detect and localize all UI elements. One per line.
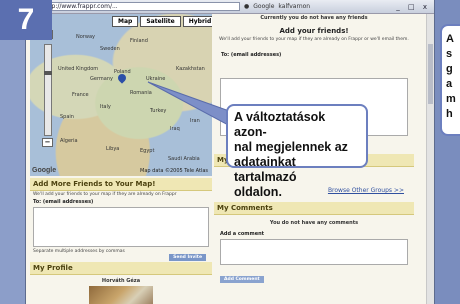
email-addresses-input[interactable] — [33, 207, 209, 247]
map-tab-map[interactable]: Map — [112, 16, 139, 27]
right-email-to-label: To: (email addresses) — [221, 52, 282, 58]
map-label-germany: Germany — [90, 76, 113, 82]
google-logo: Google — [32, 167, 57, 174]
map-label-finland: Finland — [130, 38, 148, 44]
browser-toolbar: http://www.frappr.com/... ● Google kalfv… — [26, 0, 434, 14]
callout-line-4: oldalon. — [234, 185, 282, 199]
side-letter-4: a — [446, 78, 453, 90]
map-label-france: France — [72, 92, 89, 98]
map-tab-satellite[interactable]: Satellite — [140, 16, 181, 27]
profile-section: My Profile Horváth Géza — [30, 262, 212, 304]
callout-line-1: A változtatások azon- — [234, 110, 326, 139]
send-invite-button[interactable]: Send Invite — [169, 254, 206, 261]
search-text[interactable]: kalfvarnon — [278, 3, 310, 10]
zoom-slider-handle[interactable] — [44, 71, 52, 75]
window-controls[interactable]: _ □ x — [396, 3, 430, 11]
map-label-uk: United Kingdom — [58, 66, 99, 72]
zoom-out-button[interactable]: − — [42, 138, 53, 147]
map-label-turkey: Turkey — [150, 108, 167, 114]
my-comments-heading: My Comments — [214, 202, 414, 215]
add-your-friends-heading: Add your friends! — [279, 27, 349, 35]
no-comments-note: You do not have any comments — [269, 220, 359, 226]
my-comments-section: My Comments You do not have any comments… — [214, 202, 414, 284]
map-label-ukraine: Ukraine — [146, 76, 166, 82]
no-friends-note: Currently you do not have any friends — [260, 15, 368, 21]
map-label-romania: Romania — [130, 90, 152, 96]
side-letter-3: g — [446, 63, 453, 75]
map-label-sweden: Sweden — [100, 46, 120, 52]
map-label-libya: Libya — [106, 146, 120, 152]
add-comment-label: Add a comment — [220, 231, 265, 237]
page-scrollbar[interactable] — [426, 14, 434, 304]
map-label-iran: Iran — [190, 118, 200, 124]
callout-line-2: nal megjelennek az — [234, 140, 348, 154]
step-number-badge: 7 — [0, 0, 52, 40]
add-comment-button[interactable]: Add Comment — [220, 276, 264, 283]
side-letter-1: A — [446, 33, 454, 45]
search-engine-label[interactable]: Google — [253, 3, 274, 10]
left-column: Map Satellite Hybrid Norway Sweden Finla… — [30, 14, 212, 304]
add-friends-description: We'll add your friends to your map if th… — [33, 192, 177, 197]
map-type-tabs: Map Satellite Hybrid — [112, 16, 212, 27]
map-label-norway: Norway — [76, 34, 95, 40]
comment-input[interactable] — [220, 239, 408, 265]
add-friends-section: Add More Friends to Your Map! We'll add … — [30, 178, 212, 261]
callout-line-3: adatainkat tartalmazó — [234, 155, 297, 184]
map-label-spain: Spain — [60, 114, 74, 120]
map-tab-hybrid[interactable]: Hybrid — [182, 16, 212, 27]
map-label-saudi-arabia: Saudi Arabia — [168, 156, 200, 162]
side-letter-6: h — [446, 108, 453, 120]
map-label-egypt: Egypt — [140, 148, 155, 154]
map-label-iraq: Iraq — [170, 126, 180, 132]
zoom-slider[interactable] — [44, 44, 52, 136]
email-to-label: To: (email addresses) — [33, 199, 94, 205]
scrollbar-thumb[interactable] — [428, 44, 433, 104]
url-text: http://www.frappr.com/... — [43, 3, 118, 10]
page-left-strip — [0, 0, 26, 304]
map-label-italy: Italy — [100, 104, 111, 110]
profile-photo — [89, 286, 153, 304]
side-letter-2: s — [446, 48, 453, 60]
add-your-friends-subtext: We'll add your friends to your map if th… — [219, 37, 409, 42]
side-text-panel: A s g a m h — [440, 24, 460, 136]
add-friends-heading: Add More Friends to Your Map! — [30, 178, 212, 191]
map-view[interactable]: Map Satellite Hybrid Norway Sweden Finla… — [30, 14, 212, 176]
go-icon[interactable]: ● — [244, 3, 249, 10]
map-label-algeria: Algeria — [60, 138, 78, 144]
callout-box: A változtatások azon- nal megjelennek az… — [226, 104, 368, 199]
profile-heading: My Profile — [30, 262, 212, 275]
side-letter-5: m — [446, 93, 456, 105]
map-copyright: Map data ©2005 Tele Atlas — [140, 168, 208, 174]
map-label-kazakhstan: Kazakhstan — [176, 66, 205, 72]
profile-name: Horváth Géza — [101, 278, 141, 284]
address-bar[interactable]: http://www.frappr.com/... — [30, 2, 240, 11]
